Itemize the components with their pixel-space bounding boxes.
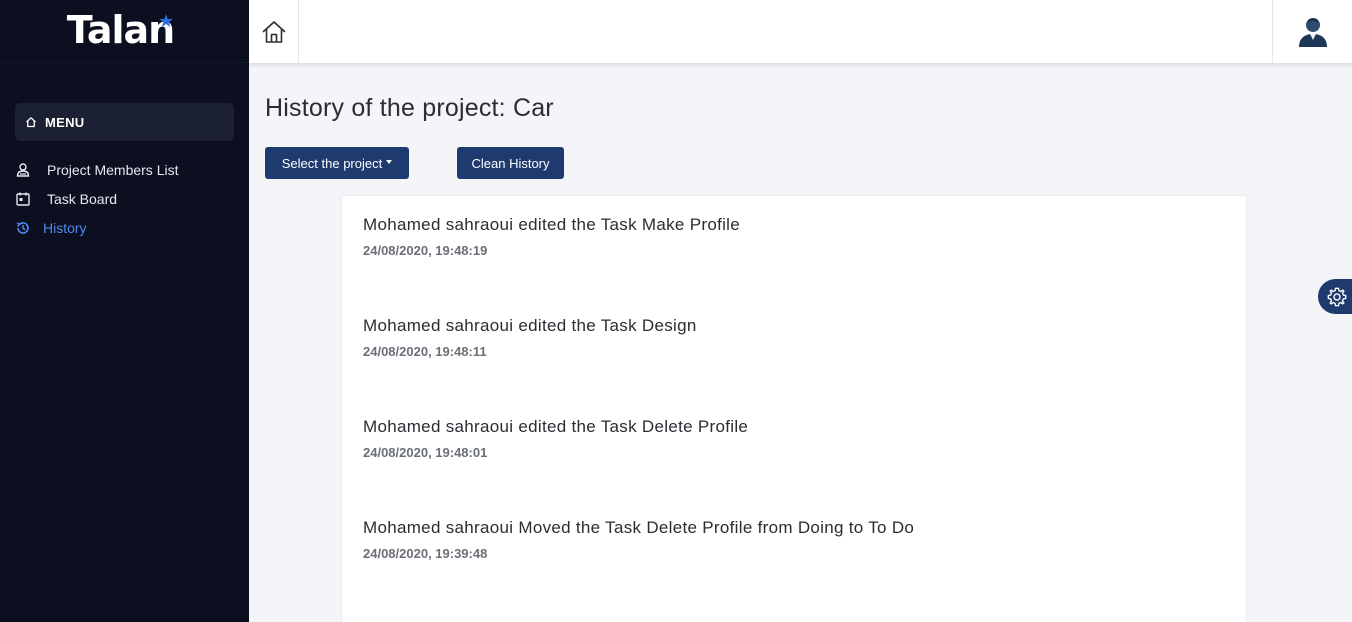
caret-down-icon — [386, 160, 393, 164]
history-entry-text: Mohamed sahraoui edited the Task Make Pr… — [363, 215, 740, 234]
history-entry: Mohamed sahraoui edited the Task Delete … — [363, 417, 748, 460]
home-button[interactable] — [249, 0, 299, 63]
home-small-icon — [26, 117, 36, 128]
logo-area: Talan ★ — [0, 0, 249, 63]
history-entry-text: Mohamed sahraoui edited the Task Design — [363, 316, 697, 335]
history-entry: Mohamed sahraoui edited the Task Make Pr… — [363, 215, 740, 258]
sidebar-item-task-board[interactable]: Task Board — [14, 190, 117, 208]
history-entry-text: Mohamed sahraoui Moved the Task Delete P… — [363, 518, 915, 537]
menu-header[interactable]: MENU — [15, 103, 234, 141]
history-entry-time: 24/08/2020, 19:39:48 — [363, 546, 488, 561]
settings-button[interactable] — [1318, 279, 1352, 314]
sidebar-item-label: Task Board — [47, 191, 118, 207]
history-entry: Mohamed sahraoui Moved the Task Delete P… — [363, 518, 914, 561]
board-icon — [14, 190, 32, 208]
history-icon — [14, 219, 32, 237]
history-entry-text: Mohamed sahraoui edited the Task Delete … — [363, 417, 749, 436]
sidebar: Talan ★ MENU Project Members List Task B… — [0, 0, 249, 622]
menu-label: MENU — [45, 114, 85, 130]
logo-star-icon: ★ — [158, 11, 175, 31]
sidebar-item-label: Project Members List — [47, 162, 179, 178]
history-entry-time: 24/08/2020, 19:48:01 — [363, 445, 488, 460]
home-icon — [262, 20, 285, 43]
user-menu[interactable] — [1272, 0, 1352, 63]
select-project-dropdown[interactable]: Select the project — [265, 147, 409, 179]
sidebar-item-project-members[interactable]: Project Members List — [14, 161, 178, 179]
members-icon — [14, 161, 32, 179]
select-project-label: Select the project — [281, 155, 383, 171]
history-entry: Mohamed sahraoui edited the Task Design … — [363, 316, 697, 359]
top-bar — [249, 0, 1352, 63]
sidebar-item-label: History — [43, 220, 87, 236]
gear-icon — [1327, 287, 1347, 306]
history-entry-time: 24/08/2020, 19:48:19 — [363, 243, 488, 258]
clean-history-button[interactable]: Clean History — [457, 147, 564, 179]
history-list: Mohamed sahraoui edited the Task Make Pr… — [341, 195, 1247, 622]
page-title: History of the project: Car — [265, 94, 554, 122]
user-avatar-icon — [1298, 17, 1327, 47]
sidebar-item-history[interactable]: History — [14, 219, 87, 237]
history-entry-time: 24/08/2020, 19:48:11 — [363, 344, 487, 359]
